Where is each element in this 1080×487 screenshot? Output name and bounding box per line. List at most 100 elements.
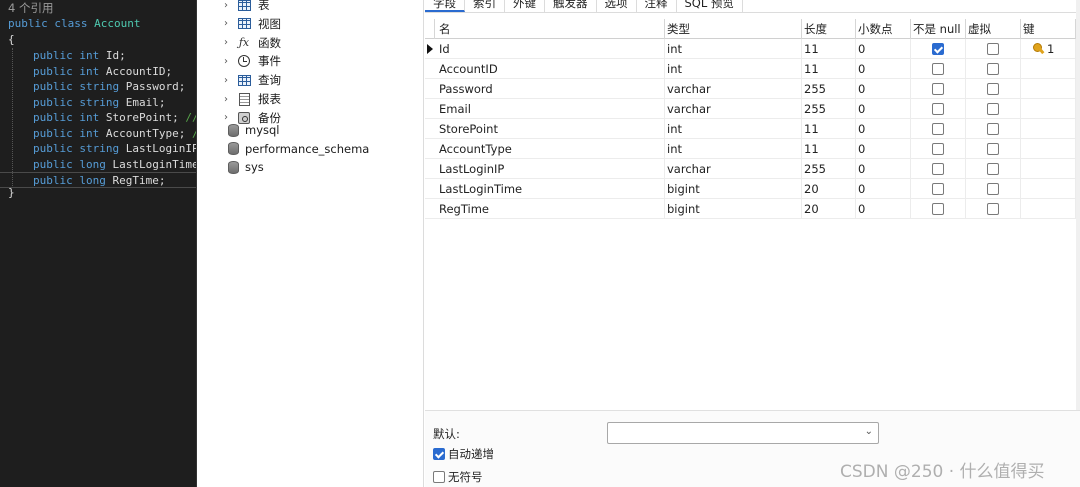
chevron-right-icon[interactable]: ›: [224, 37, 232, 48]
field-length-cell[interactable]: 11: [802, 119, 856, 139]
table-row[interactable]: LastLoginTime bigint 20 0: [425, 179, 1080, 199]
grid-vertical-scrollbar[interactable]: [1076, 0, 1080, 410]
field-decimals-cell[interactable]: 0: [856, 199, 911, 219]
key-cell[interactable]: [1021, 59, 1076, 79]
chevron-right-icon[interactable]: ›: [224, 0, 232, 11]
row-selector[interactable]: [425, 119, 435, 139]
chevron-right-icon[interactable]: ›: [224, 18, 232, 29]
table-row[interactable]: StorePoint int 11 0: [425, 119, 1080, 139]
chevron-right-icon[interactable]: ›: [224, 94, 232, 105]
field-length-cell[interactable]: 20: [802, 179, 856, 199]
tab-0[interactable]: 字段: [425, 0, 465, 12]
row-selector[interactable]: [425, 99, 435, 119]
tab-6[interactable]: SQL 预览: [677, 0, 743, 12]
virtual-checkbox[interactable]: [987, 203, 999, 215]
key-cell[interactable]: [1021, 159, 1076, 179]
not-null-checkbox[interactable]: [932, 203, 944, 215]
header-name[interactable]: 名: [435, 19, 665, 39]
field-length-cell[interactable]: 255: [802, 159, 856, 179]
header-type[interactable]: 类型: [665, 19, 802, 39]
virtual-checkbox[interactable]: [987, 43, 999, 55]
key-cell[interactable]: [1021, 199, 1076, 219]
field-name-cell[interactable]: Password: [435, 79, 665, 99]
field-name-cell[interactable]: AccountID: [435, 59, 665, 79]
auto-increment-checkbox[interactable]: [433, 448, 445, 460]
field-length-cell[interactable]: 255: [802, 99, 856, 119]
virtual-checkbox[interactable]: [987, 123, 999, 135]
field-type-cell[interactable]: int: [665, 59, 802, 79]
table-row[interactable]: Email varchar 255 0: [425, 99, 1080, 119]
tab-4[interactable]: 选项: [597, 0, 637, 12]
key-cell[interactable]: [1021, 99, 1076, 119]
field-decimals-cell[interactable]: 0: [856, 139, 911, 159]
object-navigator-tree[interactable]: › 表 › 视图 › ƒx 函数 › 事件 › 查询 › 报表 › 备份 mysql performance_s…: [197, 0, 424, 487]
tree-item-view-grid[interactable]: › 视图: [197, 15, 423, 33]
row-selector[interactable]: [425, 159, 435, 179]
tree-item-report[interactable]: › 报表: [197, 90, 423, 108]
key-cell[interactable]: [1021, 119, 1076, 139]
field-length-cell[interactable]: 11: [802, 139, 856, 159]
field-length-cell[interactable]: 11: [802, 59, 856, 79]
table-row[interactable]: RegTime bigint 20 0: [425, 199, 1080, 219]
field-name-cell[interactable]: StorePoint: [435, 119, 665, 139]
row-selector[interactable]: [425, 39, 435, 59]
database-item[interactable]: performance_schema: [197, 140, 423, 158]
not-null-checkbox[interactable]: [932, 43, 944, 55]
field-name-cell[interactable]: LastLoginTime: [435, 179, 665, 199]
tree-item-event-clock[interactable]: › 事件: [197, 52, 423, 70]
row-selector[interactable]: [425, 59, 435, 79]
row-selector[interactable]: [425, 179, 435, 199]
not-null-checkbox[interactable]: [932, 183, 944, 195]
virtual-checkbox[interactable]: [987, 103, 999, 115]
field-type-cell[interactable]: int: [665, 139, 802, 159]
field-name-cell[interactable]: Id: [435, 39, 665, 59]
field-length-cell[interactable]: 20: [802, 199, 856, 219]
virtual-checkbox[interactable]: [987, 83, 999, 95]
unsigned-checkbox[interactable]: [433, 471, 445, 483]
field-name-cell[interactable]: LastLoginIP: [435, 159, 665, 179]
field-type-cell[interactable]: bigint: [665, 199, 802, 219]
not-null-checkbox[interactable]: [932, 83, 944, 95]
table-row[interactable]: LastLoginIP varchar 255 0: [425, 159, 1080, 179]
tree-item-table-grid[interactable]: › 表: [197, 0, 423, 14]
row-selector[interactable]: [425, 79, 435, 99]
field-decimals-cell[interactable]: 0: [856, 39, 911, 59]
key-cell[interactable]: 1: [1021, 39, 1076, 59]
chevron-right-icon[interactable]: ›: [224, 56, 232, 67]
field-type-cell[interactable]: int: [665, 39, 802, 59]
not-null-checkbox[interactable]: [932, 103, 944, 115]
key-cell[interactable]: [1021, 139, 1076, 159]
table-row[interactable]: AccountID int 11 0: [425, 59, 1080, 79]
not-null-checkbox[interactable]: [932, 163, 944, 175]
table-row[interactable]: Id int 11 0 1: [425, 39, 1080, 59]
field-type-cell[interactable]: varchar: [665, 79, 802, 99]
field-name-cell[interactable]: AccountType: [435, 139, 665, 159]
header-length[interactable]: 长度: [802, 19, 856, 39]
field-name-cell[interactable]: Email: [435, 99, 665, 119]
field-type-cell[interactable]: varchar: [665, 159, 802, 179]
header-key[interactable]: 键: [1021, 19, 1076, 39]
tab-5[interactable]: 注释: [637, 0, 677, 12]
tree-item-function-fx[interactable]: › ƒx 函数: [197, 34, 423, 52]
field-decimals-cell[interactable]: 0: [856, 59, 911, 79]
field-length-cell[interactable]: 255: [802, 79, 856, 99]
virtual-checkbox[interactable]: [987, 63, 999, 75]
reference-count-lens[interactable]: 4 个引用: [8, 0, 53, 16]
field-name-cell[interactable]: RegTime: [435, 199, 665, 219]
row-selector[interactable]: [425, 199, 435, 219]
key-cell[interactable]: [1021, 79, 1076, 99]
table-row[interactable]: Password varchar 255 0: [425, 79, 1080, 99]
header-not-null[interactable]: 不是 null: [911, 19, 966, 39]
field-decimals-cell[interactable]: 0: [856, 179, 911, 199]
field-decimals-cell[interactable]: 0: [856, 119, 911, 139]
tree-item-query-grid[interactable]: › 查询: [197, 71, 423, 89]
not-null-checkbox[interactable]: [932, 123, 944, 135]
row-selector[interactable]: [425, 139, 435, 159]
tab-2[interactable]: 外键: [505, 0, 545, 12]
chevron-right-icon[interactable]: ›: [224, 75, 232, 86]
header-decimals[interactable]: 小数点: [856, 19, 911, 39]
database-item[interactable]: sys: [197, 158, 423, 176]
field-decimals-cell[interactable]: 0: [856, 159, 911, 179]
tab-3[interactable]: 触发器: [545, 0, 597, 12]
field-type-cell[interactable]: int: [665, 119, 802, 139]
